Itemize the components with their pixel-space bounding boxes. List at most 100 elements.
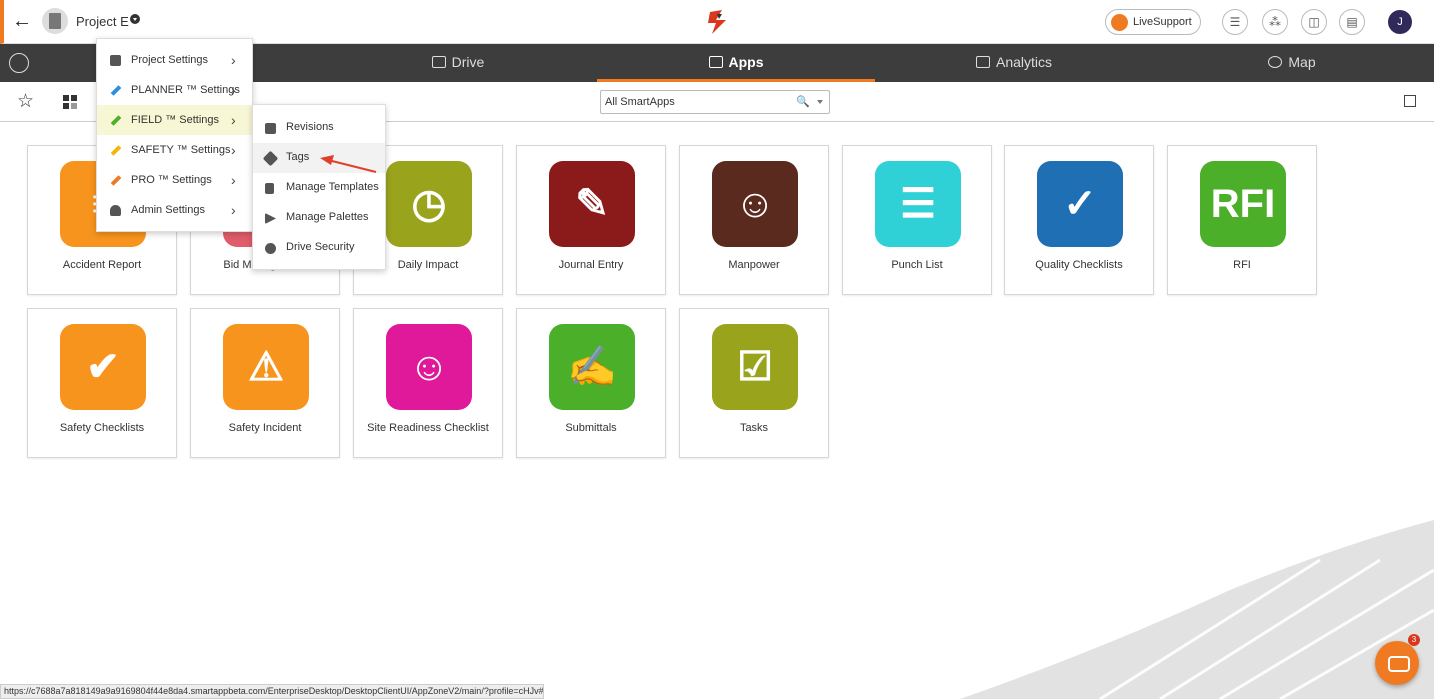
app-label: Safety Incident: [228, 422, 302, 434]
cart-icon[interactable]: ▤: [1339, 9, 1365, 35]
app-icon: ☺: [386, 324, 472, 410]
chat-badge: 3: [1408, 634, 1420, 646]
app-tile[interactable]: RFI RFI: [1167, 145, 1317, 295]
app-icon: RFI: [1200, 161, 1286, 247]
menu-item-safety-settings[interactable]: SAFETY ™ Settings ›: [97, 135, 252, 165]
app-icon-text: RFI: [1210, 182, 1276, 226]
home-icon[interactable]: [9, 53, 29, 73]
back-arrow-icon[interactable]: ←: [12, 10, 36, 34]
app-tile[interactable]: ⚠ Safety Incident: [190, 308, 340, 458]
live-support-button[interactable]: LiveSupport: [1105, 9, 1201, 35]
admin-user-icon: [110, 205, 121, 216]
app-label: Submittals: [565, 422, 617, 434]
app-label: Journal Entry: [558, 259, 624, 271]
app-glyph-icon: ☰: [900, 182, 936, 226]
document-icon[interactable]: ◫: [1301, 9, 1327, 35]
chevron-right-icon: ›: [231, 82, 236, 98]
app-icon: ✓: [1037, 161, 1123, 247]
app-icon: ✎: [549, 161, 635, 247]
menu-item-field-settings[interactable]: FIELD ™ Settings ›: [97, 105, 252, 135]
smartapps-filter-input[interactable]: [605, 93, 785, 111]
hammer-blue-icon: [110, 85, 122, 96]
app-tile[interactable]: ☺ Manpower: [679, 145, 829, 295]
app-label: Manpower: [728, 259, 780, 271]
app-icon: ✍: [549, 324, 635, 410]
network-icon[interactable]: ⁂: [1262, 9, 1288, 35]
app-tile[interactable]: ☺ Site Readiness Checklist: [353, 308, 503, 458]
hammer-orange-icon: [110, 175, 122, 186]
tab-drive[interactable]: Drive: [319, 44, 597, 82]
template-icon: [265, 183, 274, 194]
camera-icon: [110, 55, 121, 66]
app-icon: ☰: [875, 161, 961, 247]
app-glyph-icon: ⚠: [248, 345, 284, 389]
submenu-item-manage-palettes[interactable]: Manage Palettes: [253, 203, 385, 233]
app-glyph-icon: ✔: [86, 345, 120, 389]
avatar[interactable]: J: [1388, 10, 1412, 34]
list-icon[interactable]: ☰: [1222, 9, 1248, 35]
app-tile[interactable]: ☰ Punch List: [842, 145, 992, 295]
chevron-right-icon: ›: [231, 202, 236, 218]
app-icon: ☑: [712, 324, 798, 410]
chevron-right-icon: ›: [231, 52, 236, 68]
chat-button[interactable]: [1375, 641, 1419, 685]
project-dropdown-icon[interactable]: [130, 14, 140, 24]
tag-icon: [262, 150, 279, 167]
tab-analytics[interactable]: Analytics: [875, 44, 1153, 82]
project-name[interactable]: Project E: [76, 14, 129, 29]
palette-icon: [265, 213, 276, 224]
app-label: Accident Report: [62, 259, 142, 271]
app-glyph-icon: ◷: [411, 182, 447, 226]
drive-icon: [431, 56, 446, 68]
search-icon[interactable]: 🔍: [796, 95, 810, 108]
app-glyph-icon: ☺: [734, 182, 776, 226]
app-tile[interactable]: ✔ Safety Checklists: [27, 308, 177, 458]
chevron-right-icon: ›: [231, 112, 236, 128]
project-building-icon: [42, 8, 68, 34]
smartapps-filter-select[interactable]: 🔍: [600, 90, 830, 114]
tab-apps[interactable]: Apps: [597, 44, 875, 82]
tab-map[interactable]: Map: [1153, 44, 1431, 82]
live-support-label: LiveSupport: [1133, 16, 1192, 28]
favorites-star-icon[interactable]: ☆: [17, 90, 34, 113]
hammer-yellow-icon: [110, 145, 122, 156]
app-glyph-icon: ☺: [408, 345, 450, 389]
app-tile[interactable]: ✎ Journal Entry: [516, 145, 666, 295]
app-icon: ✔: [60, 324, 146, 410]
field-settings-submenu: Revisions Tags Manage Templates Manage P…: [252, 104, 386, 270]
map-icon: [1268, 56, 1283, 68]
submenu-item-drive-security[interactable]: Drive Security: [253, 233, 385, 263]
app-glyph-icon: ☑: [737, 345, 773, 389]
analytics-icon: [975, 56, 990, 68]
app-tile[interactable]: ✍ Submittals: [516, 308, 666, 458]
background-texture: [960, 520, 1434, 699]
chevron-right-icon: ›: [231, 172, 236, 188]
hammer-green-icon: [110, 115, 122, 126]
menu-item-project-settings[interactable]: Project Settings ›: [97, 45, 252, 75]
menu-item-pro-settings[interactable]: PRO ™ Settings ›: [97, 165, 252, 195]
app-icon: ☺: [712, 161, 798, 247]
submenu-item-revisions[interactable]: Revisions: [253, 113, 385, 143]
chevron-right-icon: ›: [231, 142, 236, 158]
security-icon: [265, 243, 276, 254]
app-tile[interactable]: ✓ Quality Checklists: [1004, 145, 1154, 295]
live-support-icon: [1111, 14, 1128, 31]
external-link-icon[interactable]: [1404, 95, 1416, 107]
settings-menu: Project Settings › PLANNER ™ Settings › FI…: [96, 38, 253, 232]
menu-item-planner-settings[interactable]: PLANNER ™ Settings ›: [97, 75, 252, 105]
app-label: Site Readiness Checklist: [367, 422, 489, 434]
app-label: Safety Checklists: [59, 422, 145, 434]
annotation-arrow-icon: [320, 155, 377, 173]
menu-item-admin-settings[interactable]: Admin Settings ›: [97, 195, 252, 225]
submenu-item-manage-templates[interactable]: Manage Templates: [253, 173, 385, 203]
app-tile[interactable]: ☑ Tasks: [679, 308, 829, 458]
revisions-icon: [265, 123, 276, 134]
app-glyph-icon: ✎: [575, 182, 609, 226]
app-glyph-icon: ✓: [1063, 182, 1097, 226]
grid-view-icon[interactable]: [63, 95, 77, 109]
app-label: Quality Checklists: [1035, 259, 1123, 271]
chevron-down-icon[interactable]: [817, 100, 823, 104]
app-label: RFI: [1233, 259, 1251, 271]
app-icon: ◷: [386, 161, 472, 247]
app-icon: ⚠: [223, 324, 309, 410]
